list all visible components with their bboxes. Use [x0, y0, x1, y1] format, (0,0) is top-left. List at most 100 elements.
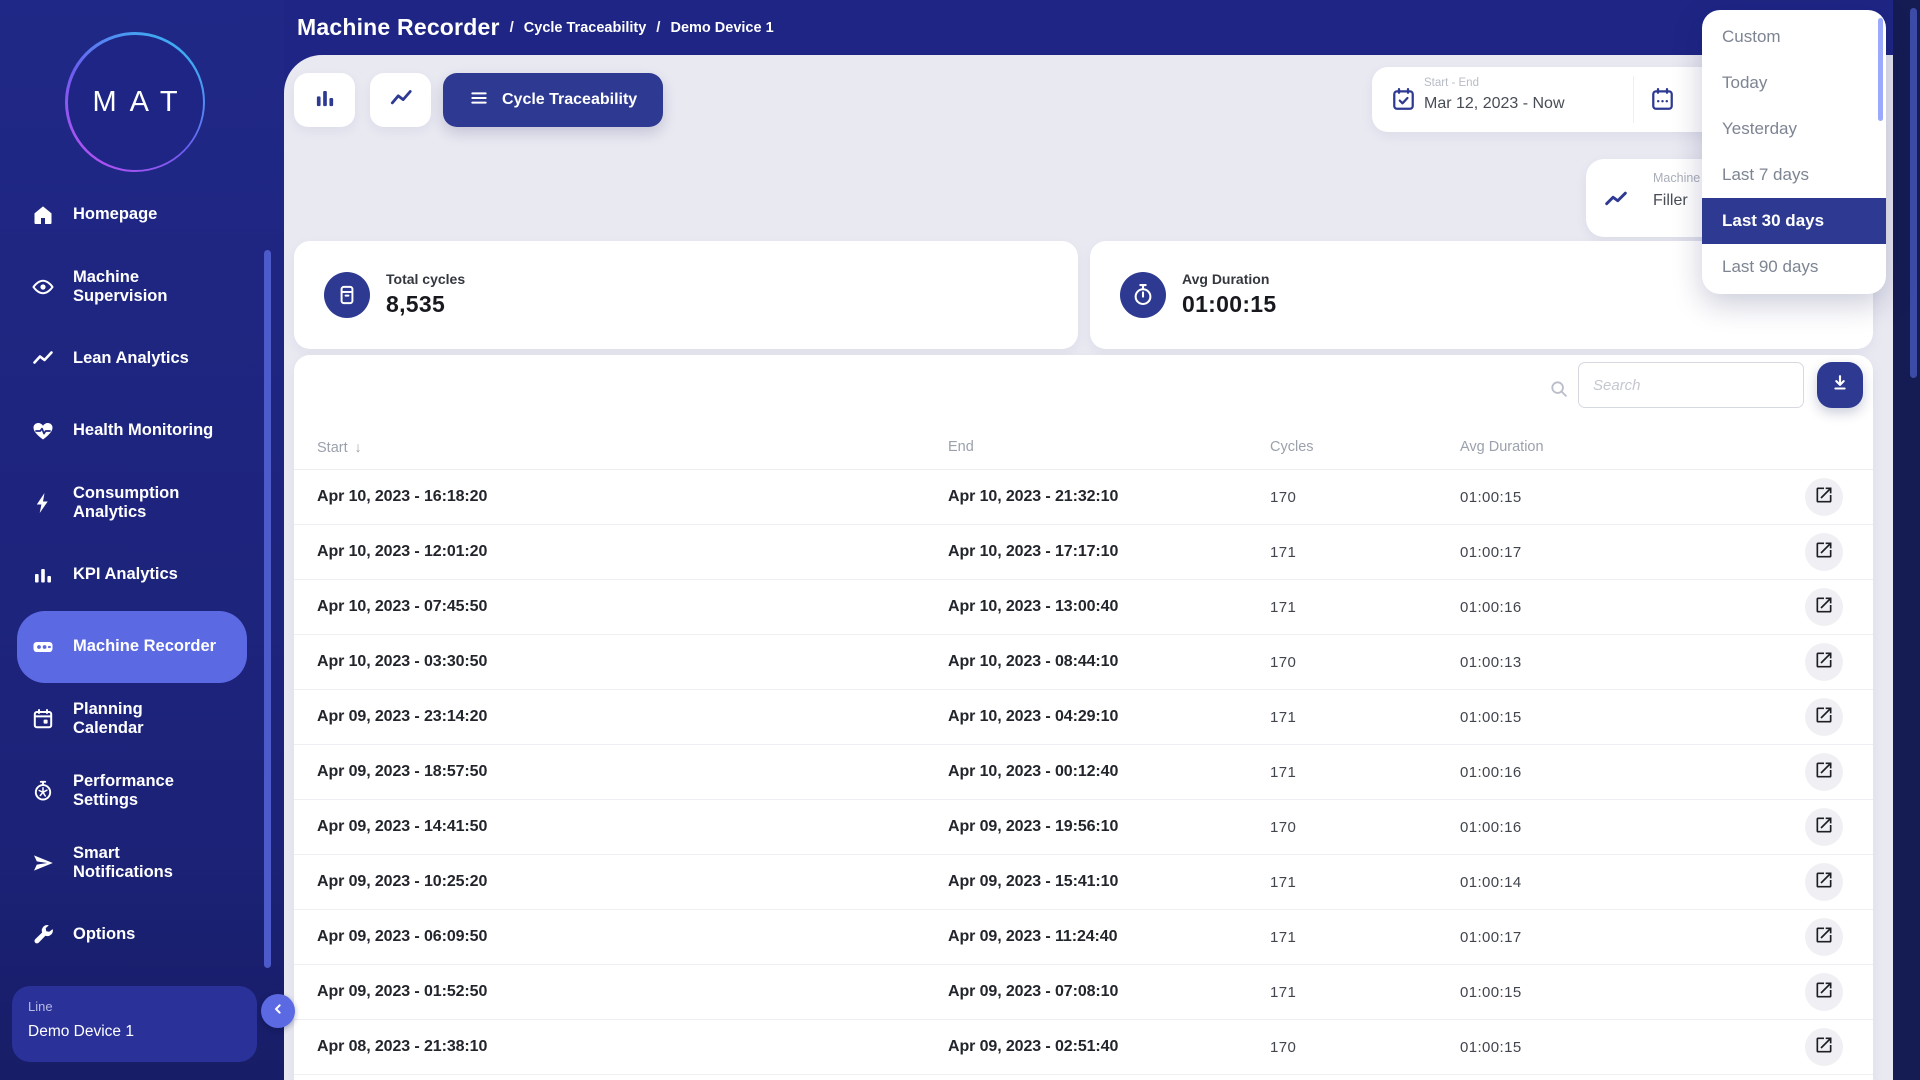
- machine-filter-value: Filler: [1653, 192, 1688, 210]
- app-root: Machine Recorder / Cycle Traceability / …: [0, 0, 1920, 1080]
- column-header-end[interactable]: End: [948, 439, 1270, 455]
- cell-avg: 01:00:15: [1460, 984, 1763, 1001]
- cell-end: Apr 10, 2023 - 17:17:10: [948, 543, 1270, 561]
- launch-icon: [1814, 815, 1834, 840]
- sidebar-item-label: Machine Supervision: [73, 268, 167, 307]
- open-record-button[interactable]: [1805, 643, 1843, 681]
- download-button[interactable]: [1817, 362, 1863, 408]
- sidebar-item-label: Options: [73, 925, 135, 944]
- open-record-button[interactable]: [1805, 973, 1843, 1011]
- table-row: Apr 09, 2023 - 10:25:20 Apr 09, 2023 - 1…: [294, 855, 1873, 910]
- cell-end: Apr 10, 2023 - 21:32:10: [948, 488, 1270, 506]
- cell-cycles: 171: [1270, 984, 1460, 1001]
- sidebar-item-label: Planning Calendar: [73, 700, 144, 739]
- sidebar-item-machine-recorder[interactable]: Machine Recorder: [17, 611, 247, 683]
- launch-icon: [1814, 650, 1834, 675]
- selected-line-card[interactable]: Line Demo Device 1: [12, 986, 257, 1062]
- date-range-dropdown: Custom Today Yesterday Last 7 days Last …: [1702, 10, 1886, 294]
- sidebar-item-machine-supervision[interactable]: Machine Supervision: [17, 251, 247, 323]
- date-range-option-last-90-days[interactable]: Last 90 days: [1702, 244, 1886, 290]
- sidebar-item-performance-settings[interactable]: Performance Settings: [17, 755, 247, 827]
- date-range-option-last-7-days[interactable]: Last 7 days: [1702, 152, 1886, 198]
- search-input[interactable]: [1578, 362, 1804, 408]
- open-record-button[interactable]: [1805, 918, 1843, 956]
- date-range-option-today[interactable]: Today: [1702, 60, 1886, 106]
- date-range-option-yesterday[interactable]: Yesterday: [1702, 106, 1886, 152]
- date-range-label: Start - End: [1424, 77, 1479, 89]
- sidebar-item-planning-calendar[interactable]: Planning Calendar: [17, 683, 247, 755]
- sidebar-item-smart-notifications[interactable]: Smart Notifications: [17, 827, 247, 899]
- sidebar-scrollbar-thumb[interactable]: [264, 250, 271, 968]
- sidebar: MAT Homepage Machine Supervision Lean An…: [0, 0, 284, 1080]
- menu-icon: [469, 88, 489, 113]
- mat-logo[interactable]: MAT: [65, 32, 205, 172]
- open-record-button[interactable]: [1805, 588, 1843, 626]
- sidebar-item-kpi-analytics[interactable]: KPI Analytics: [17, 539, 247, 611]
- sidebar-item-consumption-analytics[interactable]: Consumption Analytics: [17, 467, 247, 539]
- column-header-start[interactable]: Start↓: [317, 439, 948, 456]
- cell-cycles: 171: [1270, 544, 1460, 561]
- sidebar-item-label: Performance Settings: [73, 772, 174, 811]
- cell-avg: 01:00:14: [1460, 874, 1763, 891]
- cell-avg: 01:00:16: [1460, 764, 1763, 781]
- sidebar-item-lean-analytics[interactable]: Lean Analytics: [17, 323, 247, 395]
- bar-chart-view-button[interactable]: [294, 73, 355, 127]
- cell-start: Apr 09, 2023 - 10:25:20: [317, 873, 948, 891]
- avg-duration-label: Avg Duration: [1182, 271, 1269, 287]
- avg-duration-value: 01:00:15: [1182, 291, 1276, 318]
- open-record-button[interactable]: [1805, 1028, 1843, 1066]
- table-row: Apr 10, 2023 - 07:45:50 Apr 10, 2023 - 1…: [294, 580, 1873, 635]
- dropdown-scrollbar-thumb[interactable]: [1878, 18, 1883, 121]
- launch-icon: [1814, 925, 1834, 950]
- sidebar-item-health-monitoring[interactable]: Health Monitoring: [17, 395, 247, 467]
- date-range-option-last-30-days[interactable]: Last 30 days: [1702, 198, 1886, 244]
- column-header-avg-duration[interactable]: Avg Duration: [1460, 439, 1763, 455]
- cell-avg: 01:00:16: [1460, 819, 1763, 836]
- sort-desc-icon: ↓: [355, 439, 362, 455]
- calendar-preset-icon[interactable]: [1649, 86, 1676, 113]
- table-row: Apr 10, 2023 - 03:30:50 Apr 10, 2023 - 0…: [294, 635, 1873, 690]
- date-range-picker[interactable]: Start - End Mar 12, 2023 - Now: [1372, 67, 1724, 132]
- cycle-traceability-button[interactable]: Cycle Traceability: [443, 73, 663, 127]
- open-record-button[interactable]: [1805, 533, 1843, 571]
- breadcrumb-item[interactable]: Cycle Traceability: [524, 20, 647, 36]
- column-header-cycles[interactable]: Cycles: [1270, 439, 1460, 455]
- cell-end: Apr 10, 2023 - 13:00:40: [948, 598, 1270, 616]
- table-row: Apr 09, 2023 - 23:14:20 Apr 10, 2023 - 0…: [294, 690, 1873, 745]
- sidebar-collapse-button[interactable]: [261, 994, 295, 1028]
- breadcrumb: Machine Recorder / Cycle Traceability / …: [297, 0, 774, 55]
- cell-start: Apr 10, 2023 - 16:18:20: [317, 488, 948, 506]
- divider: [1633, 76, 1634, 123]
- launch-icon: [1814, 1035, 1834, 1060]
- open-record-button[interactable]: [1805, 863, 1843, 901]
- open-record-button[interactable]: [1805, 753, 1843, 791]
- sidebar-item-homepage[interactable]: Homepage: [17, 179, 247, 251]
- page-scrollbar-thumb[interactable]: [1910, 8, 1917, 378]
- cell-end: Apr 09, 2023 - 15:41:10: [948, 873, 1270, 891]
- sidebar-item-label: Consumption Analytics: [73, 484, 179, 523]
- page-scrollbar[interactable]: [1893, 0, 1920, 1080]
- open-record-button[interactable]: [1805, 698, 1843, 736]
- breadcrumb-separator: /: [656, 19, 660, 36]
- sidebar-item-label: Machine Recorder: [73, 637, 216, 656]
- launch-icon: [1814, 540, 1834, 565]
- sidebar-item-options[interactable]: Options: [17, 899, 247, 971]
- eye-icon: [30, 274, 56, 300]
- recorder-icon: [30, 634, 56, 660]
- breadcrumb-item[interactable]: Demo Device 1: [670, 20, 773, 36]
- cell-avg: 01:00:15: [1460, 489, 1763, 506]
- cell-start: Apr 09, 2023 - 14:41:50: [317, 818, 948, 836]
- cell-cycles: 170: [1270, 654, 1460, 671]
- sidebar-item-label: Smart Notifications: [73, 844, 173, 883]
- cell-avg: 01:00:17: [1460, 544, 1763, 561]
- date-range-option-custom[interactable]: Custom: [1702, 14, 1886, 60]
- open-record-button[interactable]: [1805, 478, 1843, 516]
- table-row: Apr 10, 2023 - 16:18:20 Apr 10, 2023 - 2…: [294, 470, 1873, 525]
- send-icon: [30, 850, 56, 876]
- bar-chart-icon: [312, 85, 338, 116]
- open-record-button[interactable]: [1805, 808, 1843, 846]
- line-chart-view-button[interactable]: [370, 73, 431, 127]
- cell-cycles: 171: [1270, 709, 1460, 726]
- wrench-icon: [30, 922, 56, 948]
- table-row: Apr 08, 2023 - 21:38:10 Apr 09, 2023 - 0…: [294, 1020, 1873, 1075]
